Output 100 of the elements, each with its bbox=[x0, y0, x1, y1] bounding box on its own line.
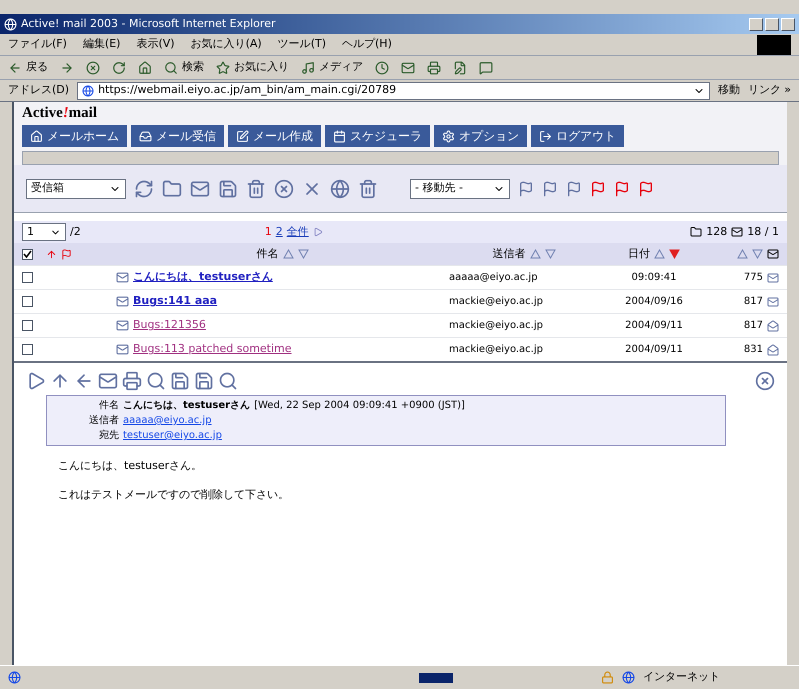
total-count: 128 bbox=[706, 224, 728, 240]
window-title: Active! mail 2003 - Microsoft Internet Explorer bbox=[21, 16, 276, 32]
page-icon bbox=[8, 671, 21, 684]
sort-down-icon[interactable] bbox=[544, 249, 556, 259]
close-icon[interactable] bbox=[755, 371, 775, 391]
menu-item[interactable]: ヘルプ(H) bbox=[342, 36, 392, 53]
nav-tab[interactable]: メールホーム bbox=[22, 125, 127, 147]
row-checkbox[interactable] bbox=[22, 296, 33, 307]
size-cell-text: 831 bbox=[744, 343, 763, 357]
toolbar-button[interactable] bbox=[86, 60, 100, 74]
trash-icon[interactable] bbox=[246, 178, 266, 198]
menu-item[interactable]: ツール(T) bbox=[278, 36, 326, 53]
subject-link[interactable]: こんにちは、testuserさん bbox=[133, 269, 273, 286]
flag-icon[interactable] bbox=[614, 180, 630, 196]
toolbar-button[interactable] bbox=[401, 60, 415, 74]
nav-tab[interactable]: ログアウト bbox=[531, 125, 624, 147]
links-label[interactable]: リンク » bbox=[748, 82, 791, 99]
nav-tab[interactable]: メール受信 bbox=[131, 125, 224, 147]
save-icon[interactable] bbox=[194, 371, 214, 391]
toolbar-button[interactable] bbox=[60, 60, 74, 74]
recipient-link[interactable]: testuser@eiyo.ac.jp bbox=[123, 428, 713, 443]
save-icon[interactable] bbox=[218, 178, 238, 198]
sort-down-icon[interactable] bbox=[669, 249, 680, 259]
chat-icon bbox=[479, 60, 493, 74]
mail-icon[interactable] bbox=[98, 371, 118, 391]
page-link[interactable]: 1 bbox=[264, 224, 272, 240]
column-header[interactable]: 日付 bbox=[628, 246, 650, 262]
minimize-button[interactable] bbox=[749, 18, 763, 30]
toolbar-button[interactable] bbox=[427, 60, 441, 74]
flag-icon[interactable] bbox=[566, 180, 582, 196]
select-all-checkbox[interactable] bbox=[22, 248, 33, 260]
date-cell-text: 2004/09/11 bbox=[624, 319, 684, 333]
toolbar-button[interactable] bbox=[375, 60, 389, 74]
menu-item[interactable]: 表示(V) bbox=[136, 36, 175, 53]
page-select[interactable]: 1 bbox=[22, 223, 66, 241]
message-text: こんにちは、testuserさん。 bbox=[58, 458, 204, 474]
nav-tab[interactable]: オプション bbox=[434, 125, 527, 147]
priority-icon[interactable] bbox=[46, 248, 57, 260]
subject-link[interactable]: Bugs:121356 bbox=[133, 317, 206, 334]
menu-item[interactable]: お気に入り(A) bbox=[190, 36, 262, 53]
move-select[interactable]: - 移動先 - bbox=[410, 178, 510, 198]
menu-item[interactable]: ファイル(F) bbox=[8, 36, 67, 53]
menu-item[interactable]: 編集(E) bbox=[82, 36, 120, 53]
toolbar-button[interactable]: 検索 bbox=[164, 59, 204, 76]
sort-up-icon[interactable] bbox=[282, 249, 294, 259]
toolbar-button[interactable]: 戻る bbox=[8, 59, 48, 76]
subject-link[interactable]: Bugs:113 patched sometime bbox=[133, 341, 292, 358]
subject-text: こんにちは、testuserさん bbox=[123, 399, 250, 413]
sort-up-icon[interactable] bbox=[737, 249, 748, 259]
address-field[interactable]: https://webmail.eiyo.ac.jp/am_bin/am_main.cgi/20789 bbox=[77, 82, 710, 100]
row-checkbox[interactable] bbox=[22, 344, 33, 355]
flag-icon[interactable] bbox=[542, 180, 558, 196]
column-header[interactable]: 件名 bbox=[256, 246, 278, 262]
sort-up-icon[interactable] bbox=[654, 249, 665, 259]
flag-icon[interactable] bbox=[61, 248, 72, 260]
sender-cell-text: mackie@eiyo.ac.jp bbox=[449, 343, 544, 357]
search-icon bbox=[164, 60, 178, 74]
sort-up-icon[interactable] bbox=[530, 249, 540, 259]
home-icon bbox=[138, 60, 152, 74]
app-logo: Active!mail bbox=[22, 106, 98, 121]
flag-icon[interactable] bbox=[590, 180, 606, 196]
maximize-button[interactable] bbox=[765, 18, 779, 30]
open-mail-icon bbox=[767, 320, 779, 332]
save-icon[interactable] bbox=[170, 371, 190, 391]
horizontal-scrollbar[interactable] bbox=[22, 151, 779, 165]
search-icon[interactable] bbox=[218, 371, 238, 391]
column-header[interactable]: 送信者 bbox=[492, 246, 526, 262]
page-link[interactable]: 2 bbox=[276, 224, 283, 240]
close-button[interactable] bbox=[781, 18, 795, 30]
trash-icon[interactable] bbox=[358, 178, 378, 198]
search-icon[interactable] bbox=[146, 371, 166, 391]
sender-link[interactable]: aaaaa@eiyo.ac.jp bbox=[123, 413, 713, 428]
toolbar-button[interactable]: お気に入り bbox=[216, 59, 289, 76]
row-checkbox[interactable] bbox=[22, 272, 33, 283]
nav-tab[interactable]: メール作成 bbox=[228, 125, 321, 147]
flag-icon[interactable] bbox=[638, 180, 654, 196]
folder-icon[interactable] bbox=[162, 178, 182, 198]
toolbar-button[interactable]: メディア bbox=[301, 59, 363, 76]
sort-down-icon[interactable] bbox=[752, 249, 763, 259]
sort-down-icon[interactable] bbox=[298, 249, 308, 259]
page-link[interactable]: 全件 bbox=[286, 224, 309, 240]
go-button[interactable]: 移動 bbox=[718, 82, 740, 99]
folder-select[interactable]: 受信箱 bbox=[26, 178, 126, 198]
blocked-icon[interactable] bbox=[274, 178, 294, 198]
next-icon[interactable] bbox=[312, 227, 323, 237]
mail-icon[interactable] bbox=[190, 178, 210, 198]
toolbar-button[interactable] bbox=[112, 60, 126, 74]
back-icon bbox=[8, 60, 22, 74]
toolbar-button[interactable] bbox=[479, 60, 493, 74]
flag-icon[interactable] bbox=[518, 180, 534, 196]
row-checkbox[interactable] bbox=[22, 320, 33, 331]
toolbar-button[interactable] bbox=[138, 60, 152, 74]
globe-icon[interactable] bbox=[330, 178, 350, 198]
nav-tab[interactable]: スケジューラ bbox=[325, 125, 430, 147]
refresh-icon[interactable] bbox=[134, 178, 154, 198]
toolbar-button[interactable] bbox=[453, 60, 467, 74]
mail-icon bbox=[116, 271, 129, 284]
printer-icon[interactable] bbox=[122, 371, 142, 391]
page-icon bbox=[82, 84, 94, 96]
subject-link[interactable]: Bugs:141 aaa bbox=[133, 293, 218, 310]
